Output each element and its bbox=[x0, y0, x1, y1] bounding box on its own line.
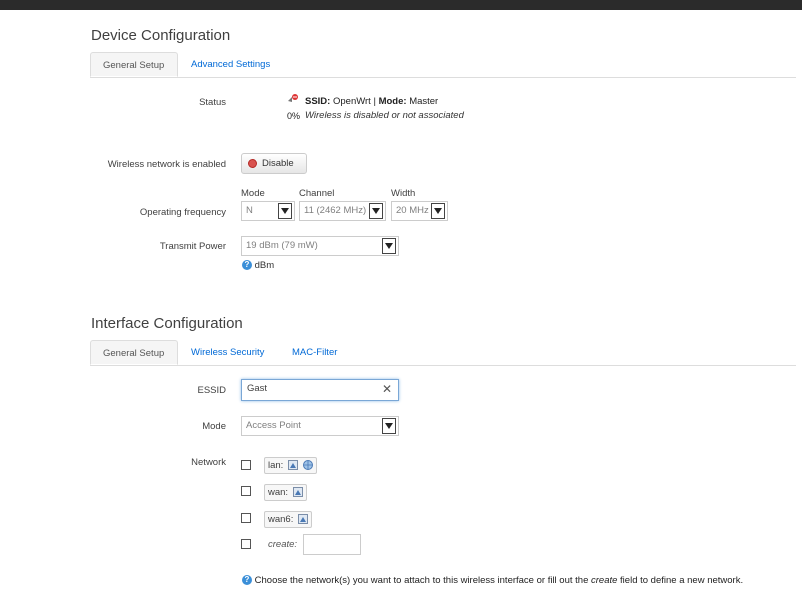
disable-button-label: Disable bbox=[262, 158, 294, 169]
ssid-label: SSID: bbox=[305, 96, 331, 107]
mode-label: Mode: bbox=[378, 96, 407, 107]
tab-advanced-settings[interactable]: Advanced Settings bbox=[179, 52, 282, 77]
mode-label: Mode bbox=[202, 421, 226, 432]
network-lan-checkbox[interactable] bbox=[241, 460, 251, 470]
disable-button[interactable]: Disable bbox=[241, 153, 307, 174]
create-network-input[interactable] bbox=[303, 534, 361, 555]
status-label: Status bbox=[199, 97, 226, 108]
status-separator: | bbox=[373, 96, 376, 107]
wireless-enabled-label: Wireless network is enabled bbox=[107, 159, 226, 170]
tab-device-general-setup[interactable]: General Setup bbox=[90, 52, 178, 77]
clear-icon[interactable]: ✕ bbox=[382, 380, 392, 398]
network-lan-badge: lan: bbox=[264, 457, 317, 474]
chevron-down-icon bbox=[382, 418, 396, 434]
disable-icon bbox=[248, 159, 257, 168]
network-wan-name: wan: bbox=[268, 487, 289, 498]
create-label: create: bbox=[268, 539, 298, 550]
ssid-value: OpenWrt bbox=[332, 96, 371, 107]
freq-mode-label: Mode bbox=[241, 188, 265, 199]
signal-percent: 0% bbox=[287, 111, 301, 121]
freq-mode-select[interactable]: N bbox=[241, 201, 295, 221]
freq-channel-label: Channel bbox=[299, 188, 335, 199]
tab-mac-filter[interactable]: MAC-Filter bbox=[280, 340, 349, 365]
network-lan-name: lan: bbox=[268, 460, 284, 471]
chevron-down-icon bbox=[431, 203, 445, 219]
essid-value: Gast bbox=[247, 383, 268, 394]
network-icon bbox=[292, 487, 303, 498]
tab-wireless-security[interactable]: Wireless Security bbox=[179, 340, 276, 365]
network-label: Network bbox=[191, 457, 226, 468]
status-ssid-line: SSID: OpenWrt | Mode: Master bbox=[305, 96, 438, 107]
chevron-down-icon bbox=[278, 203, 292, 219]
wifi-disabled-icon bbox=[287, 93, 299, 103]
info-icon: ? bbox=[242, 575, 252, 586]
freq-width-select[interactable]: 20 MHz bbox=[391, 201, 448, 221]
interface-tab-divider bbox=[90, 365, 796, 366]
network-hint-em: create bbox=[591, 575, 618, 586]
globe-icon bbox=[302, 460, 313, 471]
device-tab-divider bbox=[90, 77, 796, 78]
network-create-checkbox[interactable] bbox=[241, 539, 251, 549]
network-wan6-checkbox[interactable] bbox=[241, 513, 251, 523]
essid-input[interactable]: Gast ✕ bbox=[241, 379, 399, 401]
freq-channel-select[interactable]: 11 (2462 MHz) bbox=[299, 201, 386, 221]
transmit-hint: ? dBm bbox=[242, 260, 274, 271]
transmit-power-value: 19 dBm (79 mW) bbox=[246, 240, 318, 251]
network-wan6-name: wan6: bbox=[268, 514, 294, 525]
network-icon bbox=[298, 514, 308, 525]
transmit-power-select[interactable]: 19 dBm (79 mW) bbox=[241, 236, 399, 256]
interface-config-title: Interface Configuration bbox=[91, 315, 243, 332]
network-wan6-badge: wan6: bbox=[264, 511, 312, 528]
interface-mode-value: Access Point bbox=[246, 420, 301, 431]
network-hint-pre: Choose the network(s) you want to attach… bbox=[254, 575, 591, 586]
interface-mode-select[interactable]: Access Point bbox=[241, 416, 399, 436]
essid-label: ESSID bbox=[197, 385, 226, 396]
network-wan-checkbox[interactable] bbox=[241, 486, 251, 496]
tab-interface-general-setup[interactable]: General Setup bbox=[90, 340, 178, 365]
freq-width-value: 20 MHz bbox=[396, 205, 429, 216]
network-icon bbox=[287, 460, 298, 471]
mode-value: Master bbox=[409, 96, 439, 107]
freq-mode-value: N bbox=[246, 205, 253, 216]
device-config-title: Device Configuration bbox=[91, 27, 231, 44]
network-hint-post: field to define a new network. bbox=[617, 575, 744, 586]
transmit-hint-text: dBm bbox=[254, 260, 275, 271]
operating-frequency-label: Operating frequency bbox=[139, 207, 226, 218]
transmit-power-label: Transmit Power bbox=[159, 241, 226, 252]
info-icon: ? bbox=[242, 260, 252, 271]
chevron-down-icon bbox=[369, 203, 383, 219]
status-message: Wireless is disabled or not associated bbox=[305, 110, 464, 121]
chevron-down-icon bbox=[382, 238, 396, 254]
top-navbar bbox=[0, 0, 802, 10]
freq-width-label: Width bbox=[391, 188, 416, 199]
freq-channel-value: 11 (2462 MHz) bbox=[304, 205, 367, 216]
network-hint: ? Choose the network(s) you want to atta… bbox=[242, 575, 743, 586]
network-wan-badge: wan: bbox=[264, 484, 307, 501]
